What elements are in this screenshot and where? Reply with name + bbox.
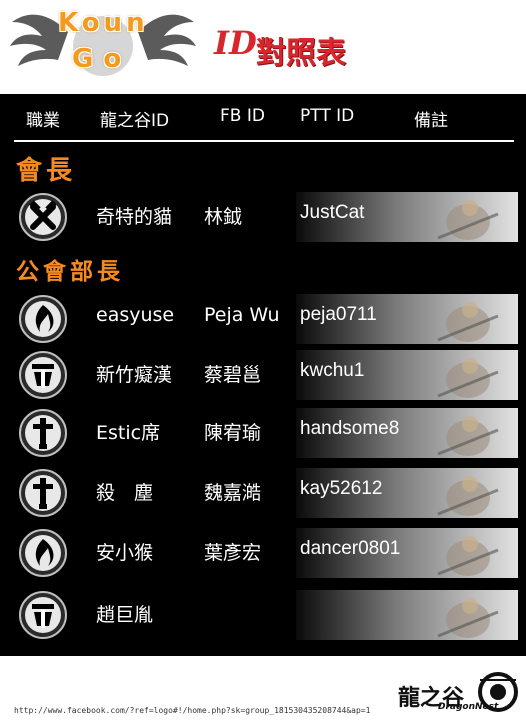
- character-art-icon: [437, 598, 499, 638]
- row-ptt-id: peja0711: [300, 304, 377, 325]
- dragon-nest-logo: 龍之谷 DragonNest: [394, 670, 520, 718]
- header: Koun Go ID 對照表: [0, 0, 526, 92]
- row-fb-id: 葉彥宏: [204, 542, 262, 564]
- section-title-leader: 會長: [16, 156, 77, 186]
- table-row: 新竹癡漢 蔡碧邕 kwchu1: [0, 348, 526, 400]
- character-art-icon: [437, 536, 499, 576]
- row-fb-id: 陳宥瑜: [204, 422, 262, 444]
- mage-flame-icon: [19, 295, 67, 343]
- title-main: 對照表: [256, 36, 346, 71]
- logo-text-top: Koun: [58, 8, 149, 38]
- character-art-icon: [437, 200, 499, 240]
- row-gradient-band: [296, 590, 518, 640]
- warrior-sword-icon: [19, 469, 67, 517]
- row-ptt-id: JustCat: [300, 202, 365, 223]
- row-ptt-id: kay52612: [300, 478, 383, 499]
- row-game-id: 奇特的貓: [96, 206, 173, 228]
- row-ptt-id: handsome8: [300, 418, 400, 439]
- character-art-icon: [437, 476, 499, 516]
- mage-flame-icon: [19, 529, 67, 577]
- table-row: 安小猴 葉彥宏 dancer0801: [0, 526, 526, 578]
- table-row: 殺 塵 魏嘉澔 kay52612: [0, 466, 526, 518]
- row-game-id: 殺 塵: [96, 482, 154, 504]
- section-title-officers: 公會部長: [16, 259, 124, 285]
- cleric-crest-icon: [19, 351, 67, 399]
- row-ptt-id: dancer0801: [300, 538, 401, 559]
- header-divider: [14, 140, 514, 142]
- column-header-fb-id: FB ID: [220, 106, 265, 126]
- character-art-icon: [437, 416, 499, 456]
- row-fb-id: 魏嘉澔: [204, 482, 262, 504]
- row-game-id: 新竹癡漢: [96, 364, 173, 386]
- brand-subtitle: DragonNest: [438, 702, 499, 712]
- title-prefix: ID: [214, 24, 257, 62]
- row-game-id: 趙巨胤: [96, 604, 154, 626]
- logo-text-bottom: Go: [72, 44, 132, 74]
- table-row: Estic席 陳宥瑜 handsome8: [0, 406, 526, 458]
- column-header-notes: 備註: [414, 111, 448, 131]
- cleric-crest-icon: [19, 591, 67, 639]
- warrior-sword-icon: [19, 409, 67, 457]
- row-game-id: Estic席: [96, 422, 161, 444]
- column-header-ptt-id: PTT ID: [300, 106, 355, 126]
- table-row: 奇特的貓 林鉞 JustCat: [0, 190, 526, 242]
- table-row: 趙巨胤: [0, 588, 526, 640]
- row-fb-id: 林鉞: [204, 206, 243, 228]
- row-fb-id: Peja Wu: [204, 304, 280, 326]
- character-art-icon: [437, 358, 499, 398]
- column-header-class: 職業: [26, 111, 60, 131]
- character-art-icon: [437, 302, 499, 342]
- table-row: easyuse Peja Wu peja0711: [0, 292, 526, 344]
- row-ptt-id: kwchu1: [300, 360, 365, 381]
- column-header-game-id: 龍之谷ID: [100, 111, 170, 131]
- warrior-hammer-icon: [19, 193, 67, 241]
- row-game-id: easyuse: [96, 304, 175, 326]
- row-fb-id: 蔡碧邕: [204, 364, 262, 386]
- row-game-id: 安小猴: [96, 542, 154, 564]
- source-url: http://www.facebook.com/?ref=logo#!/home…: [14, 706, 371, 715]
